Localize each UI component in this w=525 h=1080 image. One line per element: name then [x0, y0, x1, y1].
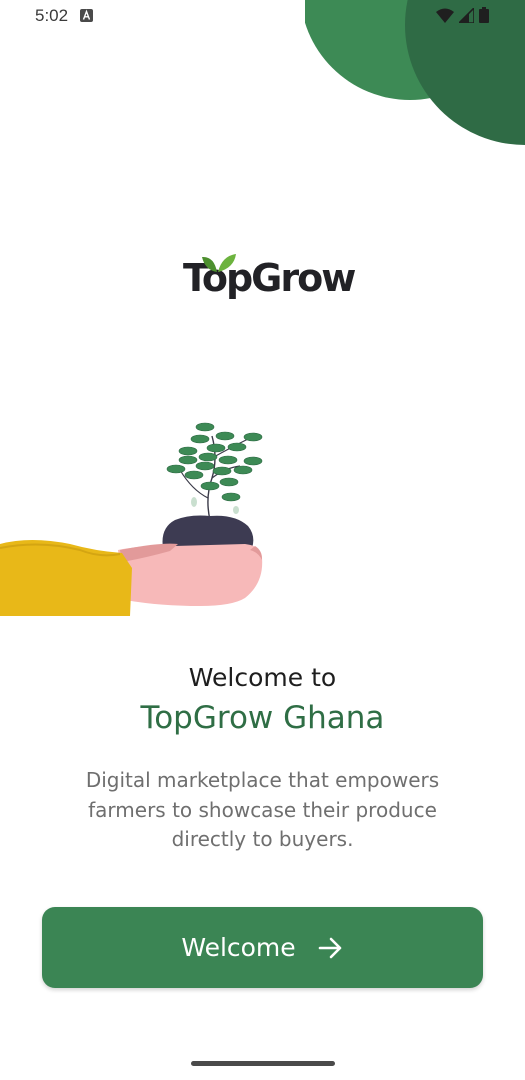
arrow-right-icon: [318, 937, 341, 958]
welcome-button[interactable]: Welcome: [42, 907, 483, 988]
seedling-hand-illustration: [0, 422, 263, 616]
cellular-signal-icon: [459, 7, 474, 23]
app-notification-icon: [80, 9, 93, 22]
status-time: 5:02: [35, 6, 69, 25]
leaf-icon: [202, 254, 236, 272]
battery-icon: [479, 7, 489, 23]
wifi-icon: [436, 8, 454, 23]
welcome-title: Welcome to: [188, 663, 337, 692]
home-indicator[interactable]: [191, 1061, 335, 1066]
system-icons: [436, 7, 489, 23]
brand-title: TopGrow Ghana: [140, 700, 385, 736]
app-description: Digital marketplace that empowers farmer…: [85, 768, 440, 851]
topgrow-logo: TopGrow: [180, 252, 356, 304]
welcome-button-label: Welcome: [181, 933, 296, 962]
status-bar: 5:02: [0, 0, 525, 34]
